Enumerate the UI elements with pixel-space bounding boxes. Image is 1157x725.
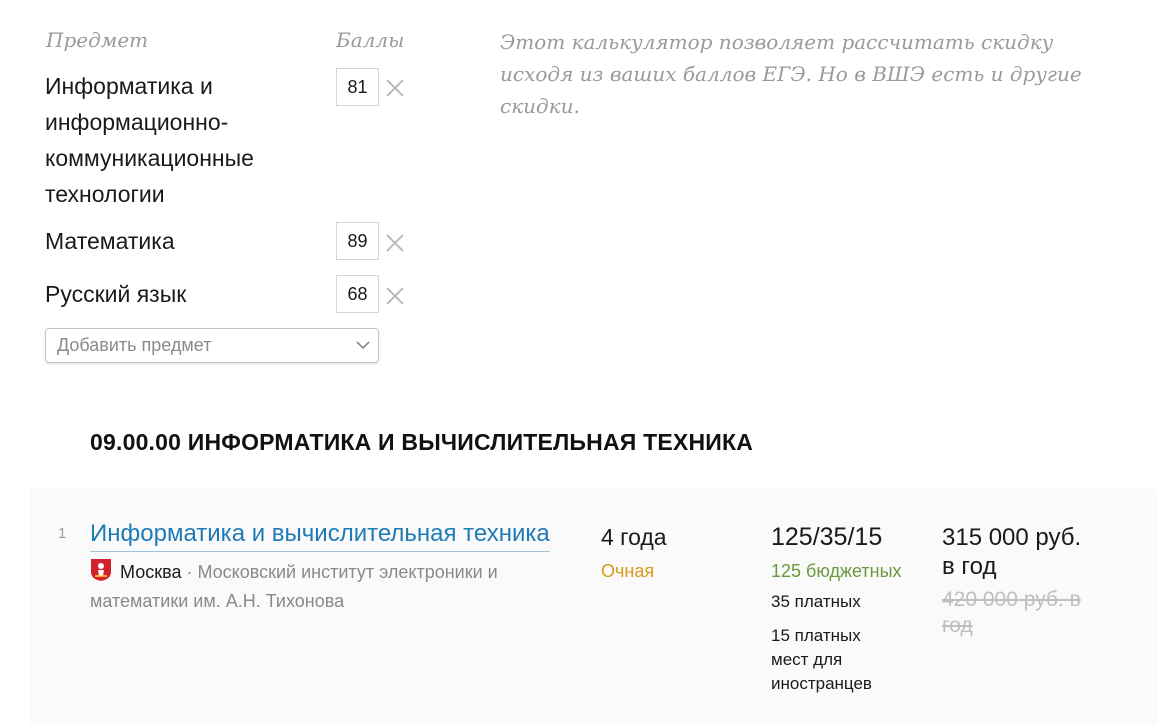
moscow-coat-of-arms-icon	[91, 559, 111, 581]
section-title: 09.00.00 ИНФОРМАТИКА И ВЫЧИСЛИТЕЛЬНАЯ ТЕ…	[90, 429, 754, 455]
remove-subject-informatics[interactable]	[384, 77, 406, 99]
subject-name-math: Математика	[45, 228, 175, 254]
program-paid-places: 35 платных	[771, 592, 861, 611]
calculator-note: Этот калькулятор позволяет рассчитать ск…	[500, 30, 1082, 118]
chevron-down-icon	[356, 341, 370, 350]
remove-subject-math[interactable]	[384, 232, 406, 254]
program-duration: 4 года	[601, 524, 667, 550]
program-places-total: 125/35/15	[771, 523, 883, 551]
program-city: Москва	[120, 562, 182, 582]
score-input-informatics[interactable]	[336, 68, 379, 106]
subject-name-russian: Русский язык	[45, 281, 187, 307]
add-subject-select[interactable]: Добавить предмет	[45, 328, 379, 363]
close-icon	[386, 287, 404, 305]
program-price: 315 000 руб. в год	[942, 524, 1082, 580]
program-name-link[interactable]: Информатика и вычислительная техника	[90, 518, 550, 552]
program-row-number: 1	[58, 525, 67, 542]
program-foreign-places: 15 платных мест для иностранцев	[771, 626, 872, 693]
subject-name-informatics: Информатика и информационно-коммуникацио…	[45, 73, 254, 207]
program-old-price: 420 000 руб. в год	[942, 588, 1081, 637]
program-location: Москва · Московский институт электроники…	[90, 558, 565, 616]
add-subject-placeholder: Добавить предмет	[57, 335, 212, 355]
program-budget-places: 125 бюджетных	[771, 561, 902, 581]
subject-column-header: Предмет	[46, 28, 149, 52]
close-icon	[386, 234, 404, 252]
remove-subject-russian[interactable]	[384, 285, 406, 307]
score-input-russian[interactable]	[336, 275, 379, 313]
close-icon	[386, 79, 404, 97]
score-input-math[interactable]	[336, 222, 379, 260]
page: Предмет Баллы Информатика и информационн…	[0, 0, 1157, 725]
score-column-header: Баллы	[336, 28, 405, 52]
program-study-mode: Очная	[601, 561, 655, 581]
